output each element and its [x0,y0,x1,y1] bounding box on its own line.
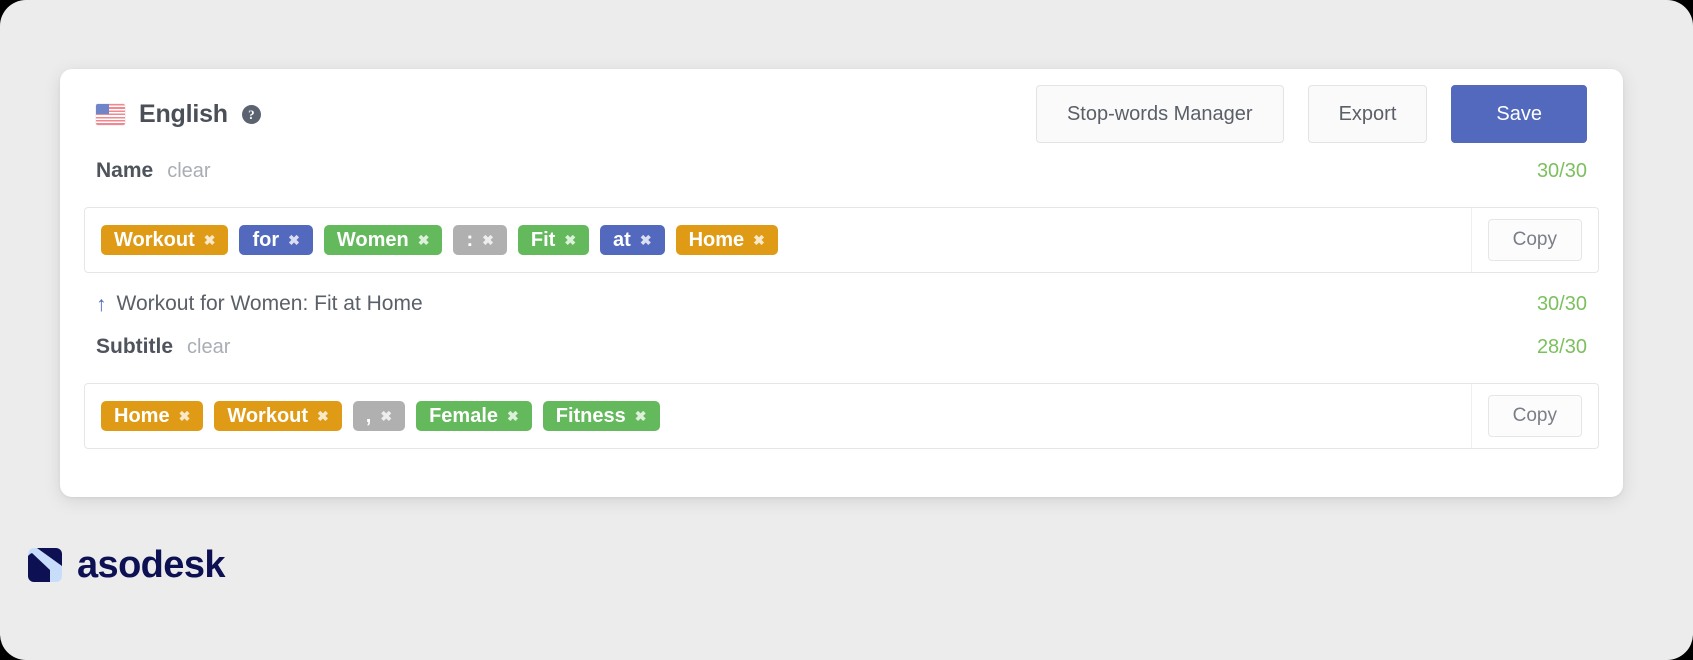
subtitle-copy-cell: Copy [1471,384,1598,448]
close-icon[interactable]: ✖ [753,233,765,247]
close-icon[interactable]: ✖ [204,233,216,247]
stop-words-manager-button[interactable]: Stop-words Manager [1036,85,1284,143]
screenshot-stage: English ? Stop-words Manager Export Save… [0,0,1693,660]
close-icon[interactable]: ✖ [418,233,430,247]
keyword-tag[interactable]: at ✖ [600,225,665,255]
keyword-tag-label: Fitness [556,406,626,426]
keyword-tag[interactable]: Workout ✖ [214,401,341,431]
name-field-title: Name [96,159,153,183]
close-icon[interactable]: ✖ [507,409,519,423]
page-canvas: English ? Stop-words Manager Export Save… [0,0,1693,660]
subtitle-tag-list: Home✖Workout✖,✖Female✖Fitness✖ [85,384,1471,448]
keyword-tag-label: for [252,230,279,250]
name-preview-row: ↑ Workout for Women: Fit at Home 30/30 [84,273,1599,335]
arrow-up-icon: ↑ [96,294,107,315]
keyword-tag[interactable]: Fitness ✖ [543,401,660,431]
save-button[interactable]: Save [1451,85,1587,143]
header-actions: Stop-words Manager Export Save [1036,85,1587,143]
name-label-group: Name clear [96,159,211,183]
keyword-tag[interactable]: Female ✖ [416,401,532,431]
name-tag-input[interactable]: Workout✖for✖Women✖:✖Fit✖at✖Home✖ Copy [84,207,1599,273]
localization-card: English ? Stop-words Manager Export Save… [60,69,1623,497]
help-circle-icon[interactable]: ? [242,105,261,124]
name-counter: 30/30 [1537,160,1587,183]
name-field-label-row: Name clear 30/30 [84,159,1599,201]
close-icon[interactable]: ✖ [380,409,392,423]
export-button[interactable]: Export [1308,85,1428,143]
keyword-tag-label: at [613,230,631,250]
language-block: English ? [96,100,261,129]
subtitle-field-label-row: Subtitle clear 28/30 [84,335,1599,377]
name-preview-text: Workout for Women: Fit at Home [117,292,423,316]
name-copy-cell: Copy [1471,208,1598,272]
close-icon[interactable]: ✖ [640,233,652,247]
name-clear-link[interactable]: clear [167,160,210,183]
subtitle-clear-link[interactable]: clear [187,336,230,359]
close-icon[interactable]: ✖ [179,409,191,423]
name-preview-counter: 30/30 [1537,293,1587,316]
keyword-tag-label: : [466,230,473,250]
close-icon[interactable]: ✖ [288,233,300,247]
keyword-tag-label: Female [429,406,498,426]
card-header: English ? Stop-words Manager Export Save [84,69,1599,159]
asodesk-logo-icon [28,548,62,582]
subtitle-counter: 28/30 [1537,336,1587,359]
name-tag-list: Workout✖for✖Women✖:✖Fit✖at✖Home✖ [85,208,1471,272]
name-copy-button[interactable]: Copy [1488,219,1582,261]
close-icon[interactable]: ✖ [564,233,576,247]
keyword-tag-label: Home [114,406,170,426]
keyword-tag[interactable]: Workout ✖ [101,225,228,255]
keyword-tag-label: Women [337,230,409,250]
keyword-tag[interactable]: ,✖ [353,401,405,431]
keyword-tag[interactable]: :✖ [453,225,506,255]
keyword-tag[interactable]: Home ✖ [101,401,203,431]
name-preview-left: ↑ Workout for Women: Fit at Home [96,292,423,316]
language-label: English [139,100,228,129]
keyword-tag-label: Workout [114,230,195,250]
keyword-tag-label: Fit [531,230,555,250]
asodesk-logo: asodesk [28,546,225,584]
keyword-tag-label: , [366,406,372,426]
keyword-tag[interactable]: Fit ✖ [518,225,589,255]
keyword-tag-label: Home [689,230,745,250]
keyword-tag-label: Workout [227,406,308,426]
keyword-tag[interactable]: for ✖ [239,225,312,255]
subtitle-tag-input[interactable]: Home✖Workout✖,✖Female✖Fitness✖ Copy [84,383,1599,449]
subtitle-copy-button[interactable]: Copy [1488,395,1582,437]
keyword-tag[interactable]: Women ✖ [324,225,443,255]
keyword-tag[interactable]: Home ✖ [676,225,778,255]
close-icon[interactable]: ✖ [635,409,647,423]
close-icon[interactable]: ✖ [482,233,494,247]
subtitle-field-title: Subtitle [96,335,173,359]
close-icon[interactable]: ✖ [317,409,329,423]
us-flag-icon [96,104,125,125]
asodesk-logo-text: asodesk [77,546,225,584]
subtitle-label-group: Subtitle clear [96,335,230,359]
